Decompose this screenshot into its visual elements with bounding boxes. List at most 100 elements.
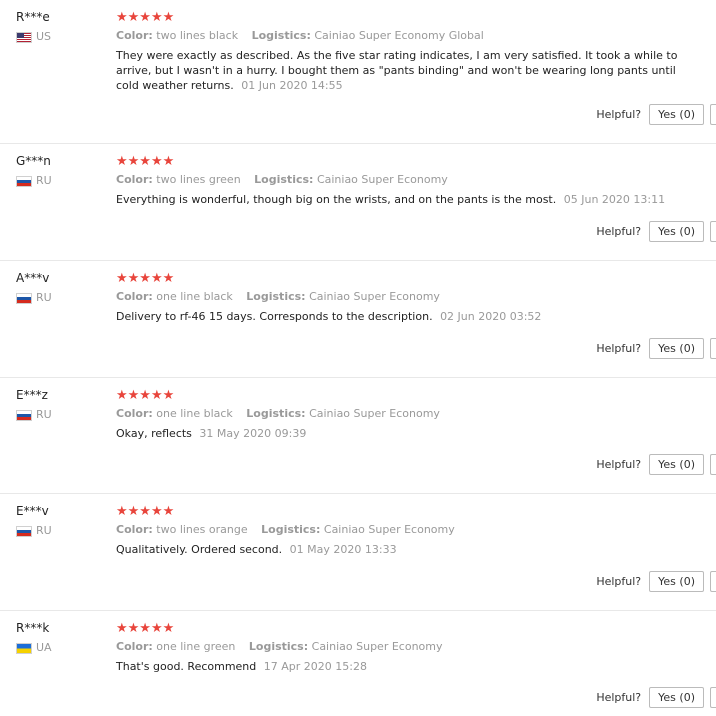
review-content: ★★★★★ Color: two lines green Logistics: … (116, 155, 696, 207)
us-flag-icon (16, 31, 32, 43)
country-code: UA (36, 641, 52, 654)
review-content: ★★★★★ Color: one line black Logistics: C… (116, 389, 696, 441)
reviewer-info: A***v RU (16, 271, 52, 305)
review-date: 01 May 2020 13:33 (289, 543, 397, 556)
review-text: They were exactly as described. As the f… (116, 48, 696, 93)
helpful-section: Helpful? Yes (0) (596, 104, 716, 125)
logistics-value: Cainiao Super Economy (309, 407, 440, 420)
helpful-label: Helpful? (596, 108, 642, 121)
review-body: Delivery to rf-46 15 days. Corresponds t… (116, 310, 433, 323)
helpful-no-button[interactable] (710, 454, 716, 475)
country-code: RU (36, 174, 52, 187)
logistics-key: Logistics: (254, 173, 314, 186)
review-meta: Color: one line black Logistics: Cainiao… (116, 407, 696, 421)
helpful-yes-button[interactable]: Yes (0) (649, 571, 704, 592)
helpful-no-button[interactable] (710, 571, 716, 592)
color-key: Color: (116, 523, 153, 536)
color-key: Color: (116, 407, 153, 420)
reviewer-country: RU (16, 524, 52, 538)
helpful-yes-button[interactable]: Yes (0) (649, 338, 704, 359)
helpful-yes-button[interactable]: Yes (0) (649, 454, 704, 475)
logistics-key: Logistics: (246, 407, 306, 420)
helpful-yes-button[interactable]: Yes (0) (649, 221, 704, 242)
helpful-no-button[interactable] (710, 104, 716, 125)
review-item: A***v RU ★★★★★ Color: one line black Log… (0, 261, 716, 378)
star-rating: ★★★★★ (116, 504, 175, 519)
logistics-value: Cainiao Super Economy (323, 523, 455, 536)
logistics-value: Cainiao Super Economy (311, 640, 443, 653)
review-meta: Color: two lines green Logistics: Cainia… (116, 173, 696, 187)
reviewer-info: E***v RU (16, 504, 52, 538)
color-value: one line green (156, 640, 236, 653)
color-value: one line black (156, 290, 233, 303)
reviewer-country: RU (16, 291, 52, 305)
helpful-section: Helpful? Yes (0) (596, 687, 716, 708)
star-rating: ★★★★★ (116, 154, 175, 169)
reviewer-info: G***n RU (16, 154, 52, 188)
helpful-label: Helpful? (596, 342, 642, 355)
ru-flag-icon (16, 292, 32, 304)
country-code: US (36, 30, 52, 43)
color-value: one line black (156, 407, 233, 420)
helpful-no-button[interactable] (710, 687, 716, 708)
review-body: They were exactly as described. As the f… (116, 49, 678, 92)
helpful-no-button[interactable] (710, 221, 716, 242)
star-rating: ★★★★★ (116, 10, 175, 25)
reviewer-country: US (16, 30, 51, 44)
review-meta: Color: one line black Logistics: Cainiao… (116, 290, 696, 304)
reviewer-name: R***e (16, 10, 50, 24)
ru-flag-icon (16, 409, 32, 421)
star-rating: ★★★★★ (116, 621, 175, 636)
review-text: Everything is wonderful, though big on t… (116, 192, 696, 207)
reviewer-name: R***k (16, 621, 50, 635)
helpful-label: Helpful? (596, 458, 642, 471)
review-content: ★★★★★ Color: one line green Logistics: C… (116, 622, 696, 674)
review-body: That's good. Recommend (116, 660, 257, 673)
review-date: 17 Apr 2020 15:28 (263, 660, 367, 673)
country-code: RU (36, 524, 52, 537)
reviewer-info: R***e US (16, 10, 51, 44)
reviewer-name: E***z (16, 388, 48, 402)
logistics-key: Logistics: (261, 523, 321, 536)
helpful-label: Helpful? (596, 575, 642, 588)
ru-flag-icon (16, 525, 32, 537)
logistics-key: Logistics: (248, 640, 309, 653)
ua-flag-icon (16, 642, 32, 654)
color-value: two lines green (156, 173, 241, 186)
review-content: ★★★★★ Color: two lines orange Logistics:… (116, 505, 696, 557)
country-code: RU (36, 408, 52, 421)
helpful-section: Helpful? Yes (0) (596, 454, 716, 475)
color-key: Color: (116, 290, 153, 303)
review-text: Okay, reflects 31 May 2020 09:39 (116, 426, 696, 441)
helpful-yes-button[interactable]: Yes (0) (649, 687, 704, 708)
review-item: G***n RU ★★★★★ Color: two lines green Lo… (0, 144, 716, 261)
reviewer-country: UA (16, 641, 52, 655)
color-key: Color: (116, 29, 153, 42)
helpful-section: Helpful? Yes (0) (596, 571, 716, 592)
color-key: Color: (116, 173, 153, 186)
review-meta: Color: one line green Logistics: Cainiao… (116, 640, 696, 654)
review-date: 01 Jun 2020 14:55 (241, 79, 343, 92)
star-rating: ★★★★★ (116, 388, 175, 403)
logistics-value: Cainiao Super Economy (316, 173, 448, 186)
logistics-key: Logistics: (251, 29, 311, 42)
review-content: ★★★★★ Color: two lines black Logistics: … (116, 11, 696, 93)
helpful-section: Helpful? Yes (0) (596, 338, 716, 359)
review-item: R***k UA ★★★★★ Color: one line green Log… (0, 611, 716, 716)
helpful-label: Helpful? (596, 691, 642, 704)
helpful-section: Helpful? Yes (0) (596, 221, 716, 242)
reviewer-name: E***v (16, 504, 49, 518)
review-text: That's good. Recommend 17 Apr 2020 15:28 (116, 659, 696, 674)
review-item: E***z RU ★★★★★ Color: one line black Log… (0, 378, 716, 494)
helpful-label: Helpful? (596, 225, 642, 238)
color-value: two lines orange (156, 523, 248, 536)
review-body: Qualitatively. Ordered second. (116, 543, 283, 556)
review-date: 02 Jun 2020 03:52 (440, 310, 542, 323)
color-key: Color: (116, 640, 153, 653)
review-date: 05 Jun 2020 13:11 (563, 193, 666, 206)
helpful-yes-button[interactable]: Yes (0) (649, 104, 704, 125)
color-value: two lines black (156, 29, 239, 42)
review-meta: Color: two lines black Logistics: Cainia… (116, 29, 696, 43)
helpful-no-button[interactable] (710, 338, 716, 359)
review-item: E***v RU ★★★★★ Color: two lines orange L… (0, 494, 716, 611)
